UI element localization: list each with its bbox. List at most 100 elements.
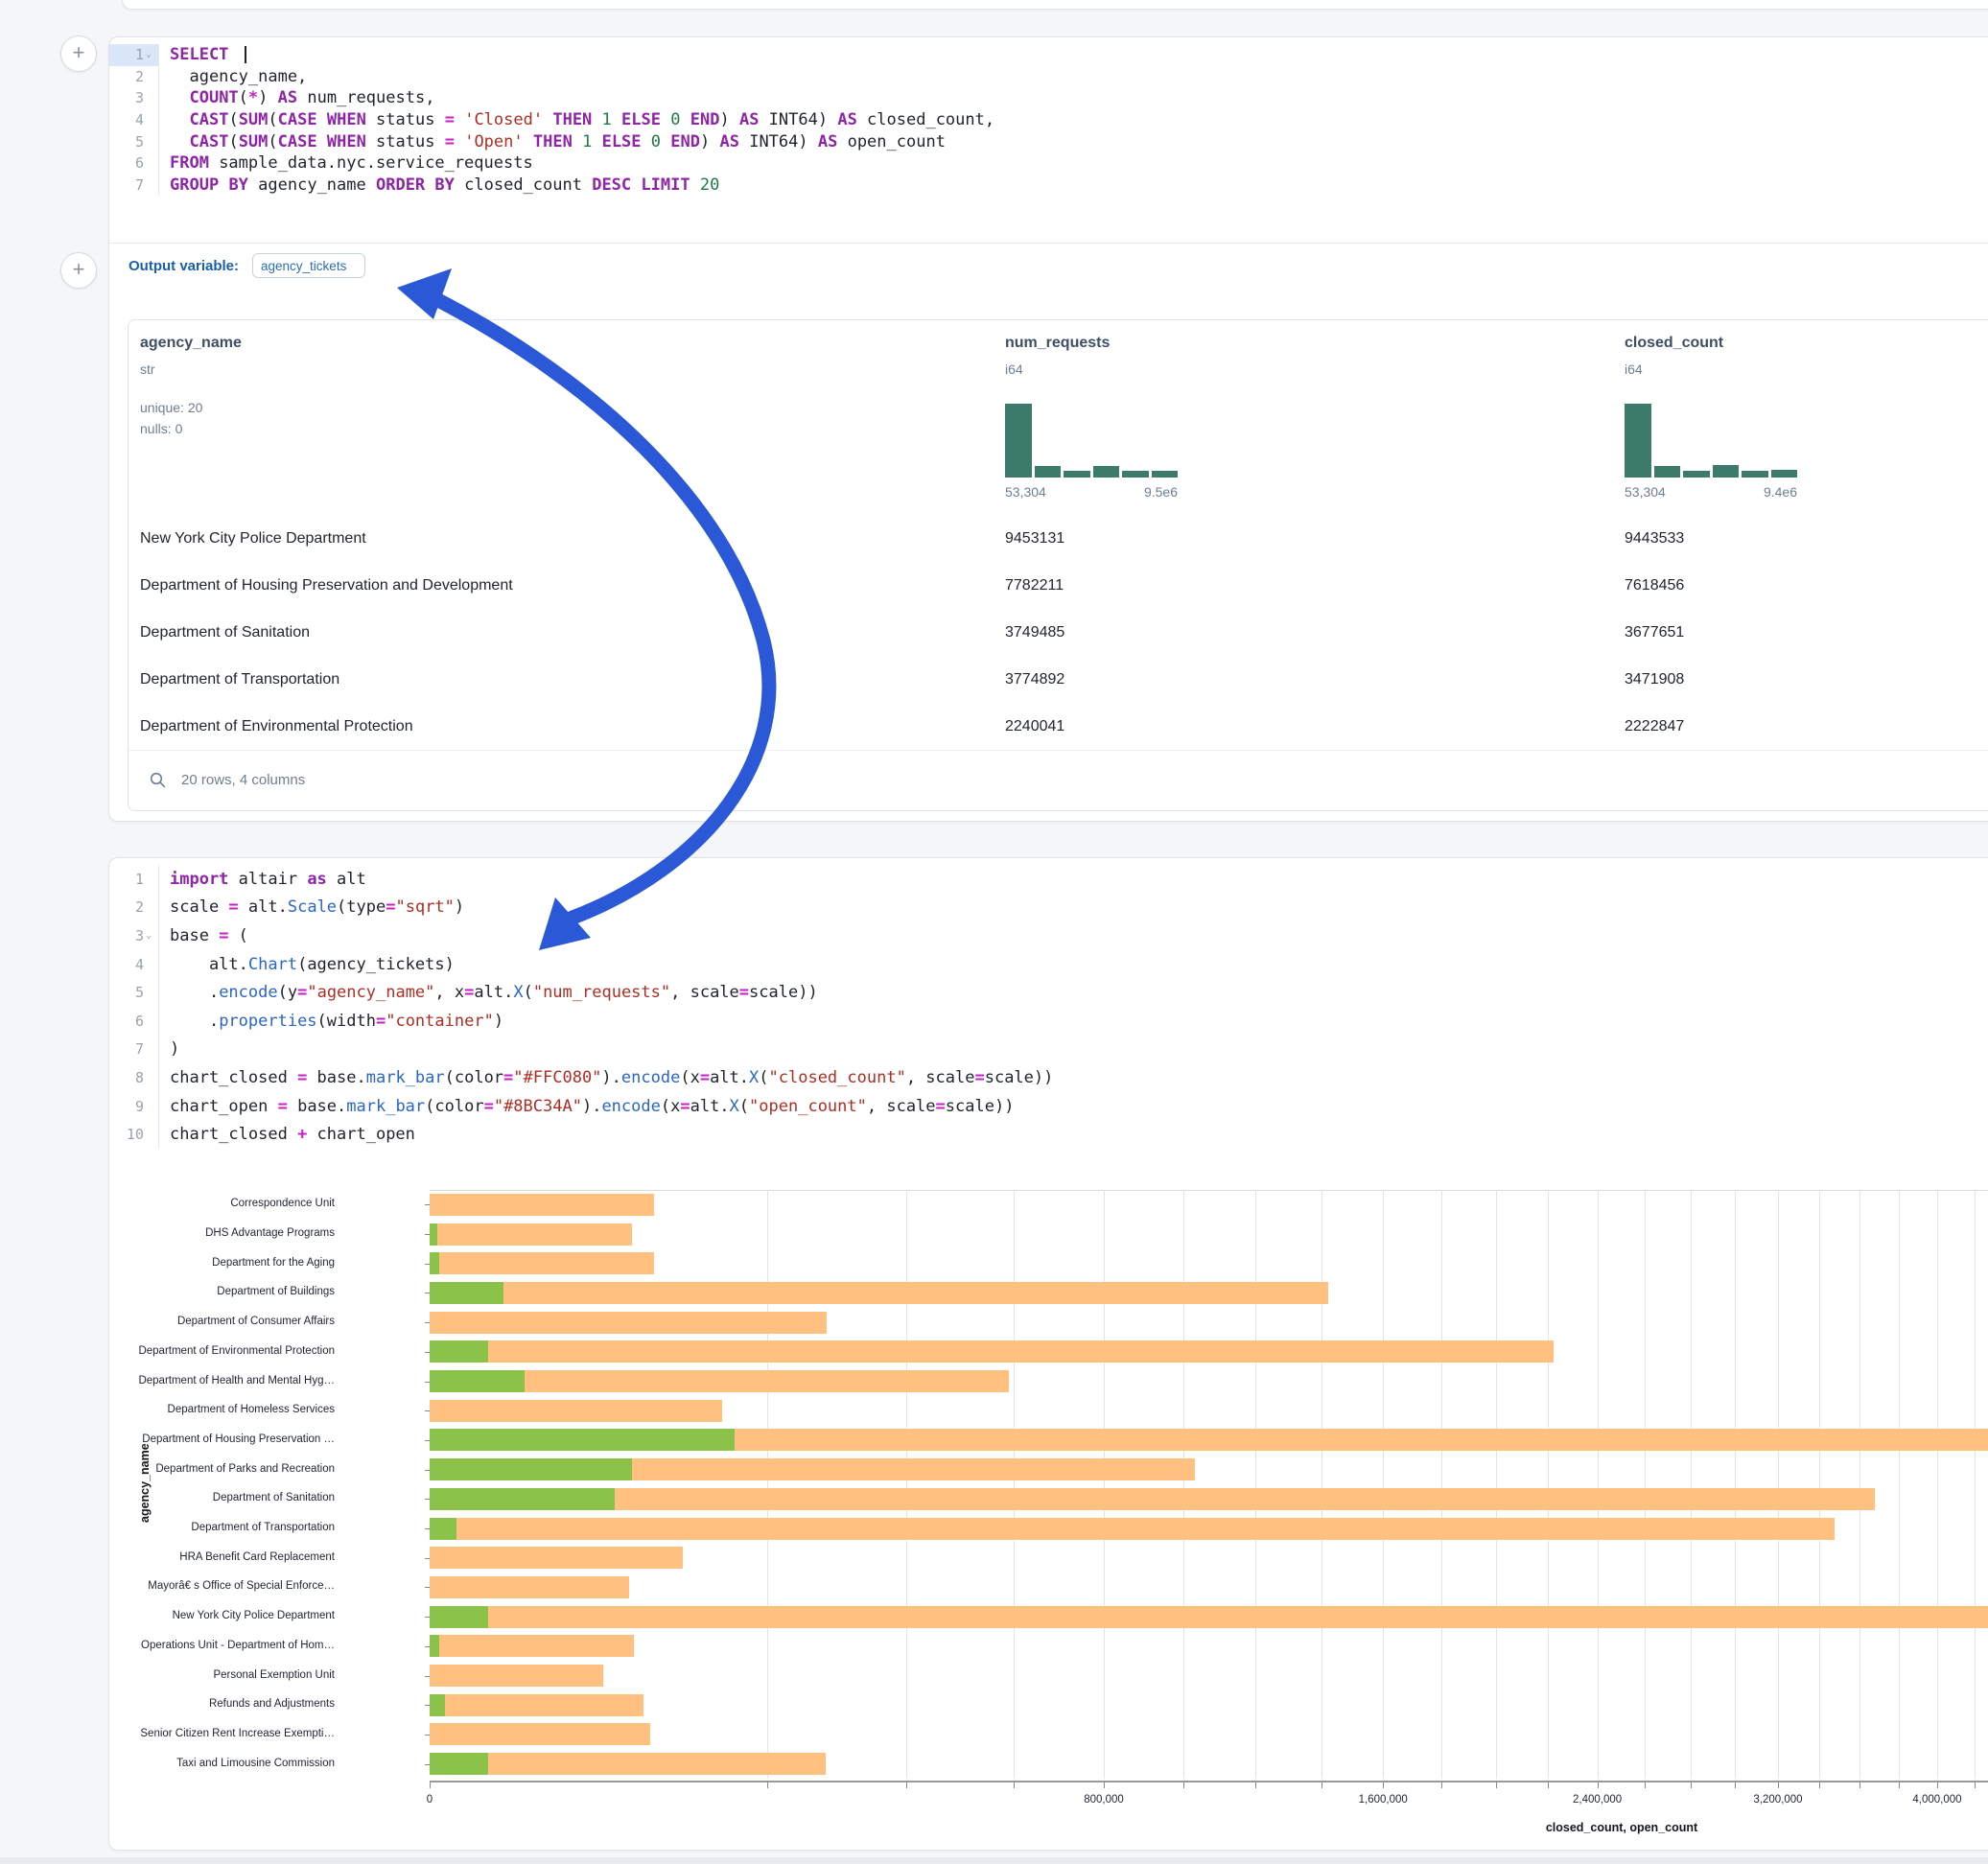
result-table: agency_namestrunique: 20nulls: 0 num_requ… [128, 319, 1988, 811]
y-axis-label: Mayorâ€ s Office of Special Enforce… [109, 1580, 335, 1592]
search-icon[interactable] [150, 772, 166, 788]
y-axis-label: Senior Citizen Rent Increase Exempti… [109, 1728, 335, 1739]
line-number: 10⌄ [109, 1120, 159, 1149]
text-cursor [245, 46, 246, 63]
bar-closed-count [430, 1518, 1835, 1540]
cell-closed_count: 2222847 [1625, 703, 1684, 750]
add-cell-button-top[interactable]: + [60, 35, 97, 72]
column-name: closed_count [1625, 335, 1723, 352]
y-axis-label: Personal Exemption Unit [109, 1669, 335, 1681]
y-axis-label: Department of Health and Mental Hyg… [109, 1375, 335, 1386]
line-number: 6⌄ [109, 152, 159, 175]
output-variable-label: Output variable: [129, 258, 239, 274]
chart-gridline [1014, 1190, 1015, 1779]
line-number: 4⌄ [109, 109, 159, 131]
sql-cell: 1⌄SELECT 2⌄ agency_name,3⌄ COUNT(*) AS n… [108, 36, 1988, 822]
chart-gridline [1255, 1190, 1256, 1779]
bar-closed-count [430, 1312, 827, 1334]
x-axis-tick [1691, 1782, 1692, 1788]
chart-gridline [1321, 1190, 1322, 1779]
x-axis-tick-label: 3,200,000 [1753, 1794, 1802, 1806]
x-axis-tick [1819, 1782, 1820, 1788]
code-line: 9⌄chart_open = base.mark_bar(color="#8BC… [109, 1092, 1988, 1121]
sql-code-editor[interactable]: 1⌄SELECT 2⌄ agency_name,3⌄ COUNT(*) AS n… [109, 37, 1988, 196]
line-number: 3⌄ [109, 87, 159, 109]
code-line: 5⌄ .encode(y="agency_name", x=alt.X("num… [109, 978, 1988, 1007]
x-axis-tick [1859, 1782, 1860, 1788]
y-axis-title: agency_name [138, 1443, 152, 1523]
code-line: 4⌄ CAST(SUM(CASE WHEN status = 'Closed' … [109, 109, 1988, 131]
code-line: 3⌄base = ( [109, 921, 1988, 950]
y-axis-label: Department of Environmental Protection [109, 1345, 335, 1357]
bar-open-count [430, 1458, 632, 1480]
bar-closed-count [430, 1488, 1875, 1510]
column-header-agency_name[interactable]: agency_namestrunique: 20nulls: 0 [140, 320, 658, 515]
cell-num_requests: 3749485 [1005, 609, 1064, 656]
y-axis-label: Department of Consumer Affairs [109, 1316, 335, 1327]
bar-closed-count [430, 1340, 1554, 1363]
chart-gridline [1819, 1190, 1820, 1779]
bar-closed-count [430, 1665, 603, 1687]
x-axis-tick-label: 0 [427, 1794, 433, 1806]
chart-gridline [1104, 1190, 1105, 1779]
code-line: 1⌄SELECT [109, 44, 1988, 66]
column-stat: unique: 20 [140, 400, 202, 415]
column-header-num_requests[interactable]: num_requestsi6453,3049.5e6 [1005, 320, 1523, 515]
bar-open-count [430, 1282, 503, 1304]
line-number: 5⌄ [109, 978, 159, 1007]
code-text: ) [159, 1039, 179, 1059]
code-text: FROM sample_data.nyc.service_requests [159, 153, 533, 173]
x-axis-tick-label: 2,400,000 [1573, 1794, 1622, 1806]
fold-chevron-icon[interactable]: ⌄ [146, 931, 152, 941]
output-variable-pill[interactable]: agency_tickets [252, 253, 365, 278]
bar-open-count [430, 1488, 615, 1510]
x-axis-tick [430, 1782, 431, 1788]
chart-gridline [1645, 1190, 1646, 1779]
page-bottom-band [0, 1857, 1988, 1864]
table-header: agency_namestrunique: 20nulls: 0 num_requ… [129, 320, 1988, 516]
cell-agency_name: Department of Transportation [140, 656, 339, 703]
code-text: import altair as alt [159, 870, 366, 889]
bar-closed-count [430, 1694, 643, 1716]
column-name: agency_name [140, 335, 242, 352]
bar-open-count [430, 1340, 488, 1363]
x-axis-tick [1441, 1782, 1442, 1788]
table-row: New York City Police Department945313194… [129, 515, 1988, 563]
x-axis-tick [767, 1782, 768, 1788]
chart-gridline [1735, 1190, 1736, 1779]
bar-closed-count [430, 1753, 826, 1775]
line-number: 7⌄ [109, 1036, 159, 1064]
code-text: alt.Chart(agency_tickets) [159, 955, 455, 974]
python-code-editor[interactable]: 1⌄import altair as alt2⌄scale = alt.Scal… [109, 858, 1988, 1149]
bar-closed-count [430, 1547, 683, 1569]
code-line: 5⌄ CAST(SUM(CASE WHEN status = 'Open' TH… [109, 130, 1988, 152]
chart-gridline [1383, 1190, 1384, 1779]
bar-open-count [430, 1635, 439, 1657]
cell-closed_count: 3677651 [1625, 609, 1684, 656]
line-number: 4⌄ [109, 950, 159, 979]
code-text: agency_name, [159, 67, 307, 86]
y-axis-label: Department of Transportation [109, 1522, 335, 1533]
fold-chevron-icon[interactable]: ⌄ [146, 50, 152, 59]
code-text: .properties(width="container") [159, 1012, 503, 1031]
y-axis-label: HRA Benefit Card Replacement [109, 1551, 335, 1563]
add-cell-button-output[interactable]: + [60, 252, 97, 289]
x-axis-tick [1255, 1782, 1256, 1788]
bar-closed-count [430, 1400, 722, 1422]
x-axis-tick [1645, 1782, 1646, 1788]
y-axis-label: Department of Homeless Services [109, 1404, 335, 1415]
column-name: num_requests [1005, 335, 1110, 352]
column-header-closed_count[interactable]: closed_counti6453,3049.4e6 [1625, 320, 1988, 515]
chart-gridline [767, 1190, 768, 1779]
x-axis-tick [1104, 1782, 1105, 1788]
chart-gridline [1598, 1190, 1599, 1779]
plot-top-border [430, 1190, 1988, 1191]
x-axis-tick [1383, 1782, 1384, 1788]
bar-closed-count [430, 1576, 629, 1598]
x-axis-title: closed_count, open_count [1546, 1821, 1697, 1834]
chart-gridline [1691, 1190, 1692, 1779]
y-axis-label: Refunds and Adjustments [109, 1698, 335, 1710]
bar-closed-count [430, 1223, 632, 1246]
code-text: chart_open = base.mark_bar(color="#8BC34… [159, 1097, 1014, 1116]
chart-gridline [1975, 1190, 1976, 1779]
